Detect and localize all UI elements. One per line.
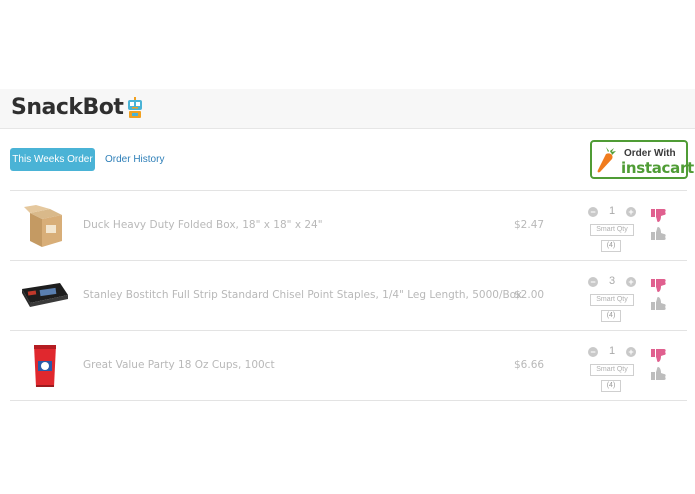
thumbs-down-icon[interactable] xyxy=(651,209,667,223)
minus-icon[interactable]: − xyxy=(588,347,598,357)
plus-icon[interactable]: + xyxy=(626,277,636,287)
thumbs-up-icon[interactable] xyxy=(651,296,667,310)
app-header: SnackBot xyxy=(0,89,695,129)
tab-this-weeks-order[interactable]: This Weeks Order xyxy=(10,148,95,171)
cardboard-box-image xyxy=(24,205,62,247)
thumbs-down-icon[interactable] xyxy=(651,279,667,293)
plus-icon[interactable]: + xyxy=(626,207,636,217)
quantity-value: 3 xyxy=(608,275,616,287)
item-name[interactable]: Stanley Bostitch Full Strip Standard Chi… xyxy=(83,289,522,301)
carrot-icon xyxy=(597,147,616,173)
plus-icon[interactable]: + xyxy=(626,347,636,357)
item-name[interactable]: Duck Heavy Duty Folded Box, 18" x 18" x … xyxy=(83,219,323,231)
quantity-value: 1 xyxy=(608,205,616,217)
quantity-value: 1 xyxy=(608,345,616,357)
quantity-stepper: − 3 + xyxy=(588,275,636,289)
thumbs-up-icon[interactable] xyxy=(651,226,667,240)
smart-qty-button[interactable]: Smart Qty xyxy=(590,224,634,236)
minus-icon[interactable]: − xyxy=(588,207,598,217)
smart-qty-button[interactable]: Smart Qty xyxy=(590,364,634,376)
item-name[interactable]: Great Value Party 18 Oz Cups, 100ct xyxy=(83,359,275,371)
instacart-line1: Order With xyxy=(624,148,676,159)
item-price: $2.00 xyxy=(514,289,545,301)
brand-name: SnackBot xyxy=(11,95,124,120)
smart-qty-button[interactable]: Smart Qty xyxy=(590,294,634,306)
item-price: $6.66 xyxy=(514,359,545,371)
list-item: Great Value Party 18 Oz Cups, 100ct $6.6… xyxy=(10,331,687,401)
red-cups-image xyxy=(34,345,56,387)
list-item: Stanley Bostitch Full Strip Standard Chi… xyxy=(10,261,687,331)
smart-qty-badge: (4) xyxy=(601,310,621,322)
smart-qty-badge: (4) xyxy=(601,240,621,252)
order-with-instacart-button[interactable]: Order With instacart xyxy=(590,140,694,179)
thumbs-down-icon[interactable] xyxy=(651,349,667,363)
quantity-stepper: − 1 + xyxy=(588,205,636,219)
staples-box-image xyxy=(22,283,68,307)
order-list: Duck Heavy Duty Folded Box, 18" x 18" x … xyxy=(10,190,687,401)
robot-icon xyxy=(128,96,143,118)
quantity-stepper: − 1 + xyxy=(588,345,636,359)
smart-qty-badge: (4) xyxy=(601,380,621,392)
item-price: $2.47 xyxy=(514,219,545,231)
thumbs-up-icon[interactable] xyxy=(651,366,667,380)
brand-logo[interactable]: SnackBot xyxy=(11,95,144,120)
tab-order-history[interactable]: Order History xyxy=(105,154,164,165)
instacart-line2: instacart xyxy=(621,159,694,177)
list-item: Duck Heavy Duty Folded Box, 18" x 18" x … xyxy=(10,191,687,261)
minus-icon[interactable]: − xyxy=(588,277,598,287)
